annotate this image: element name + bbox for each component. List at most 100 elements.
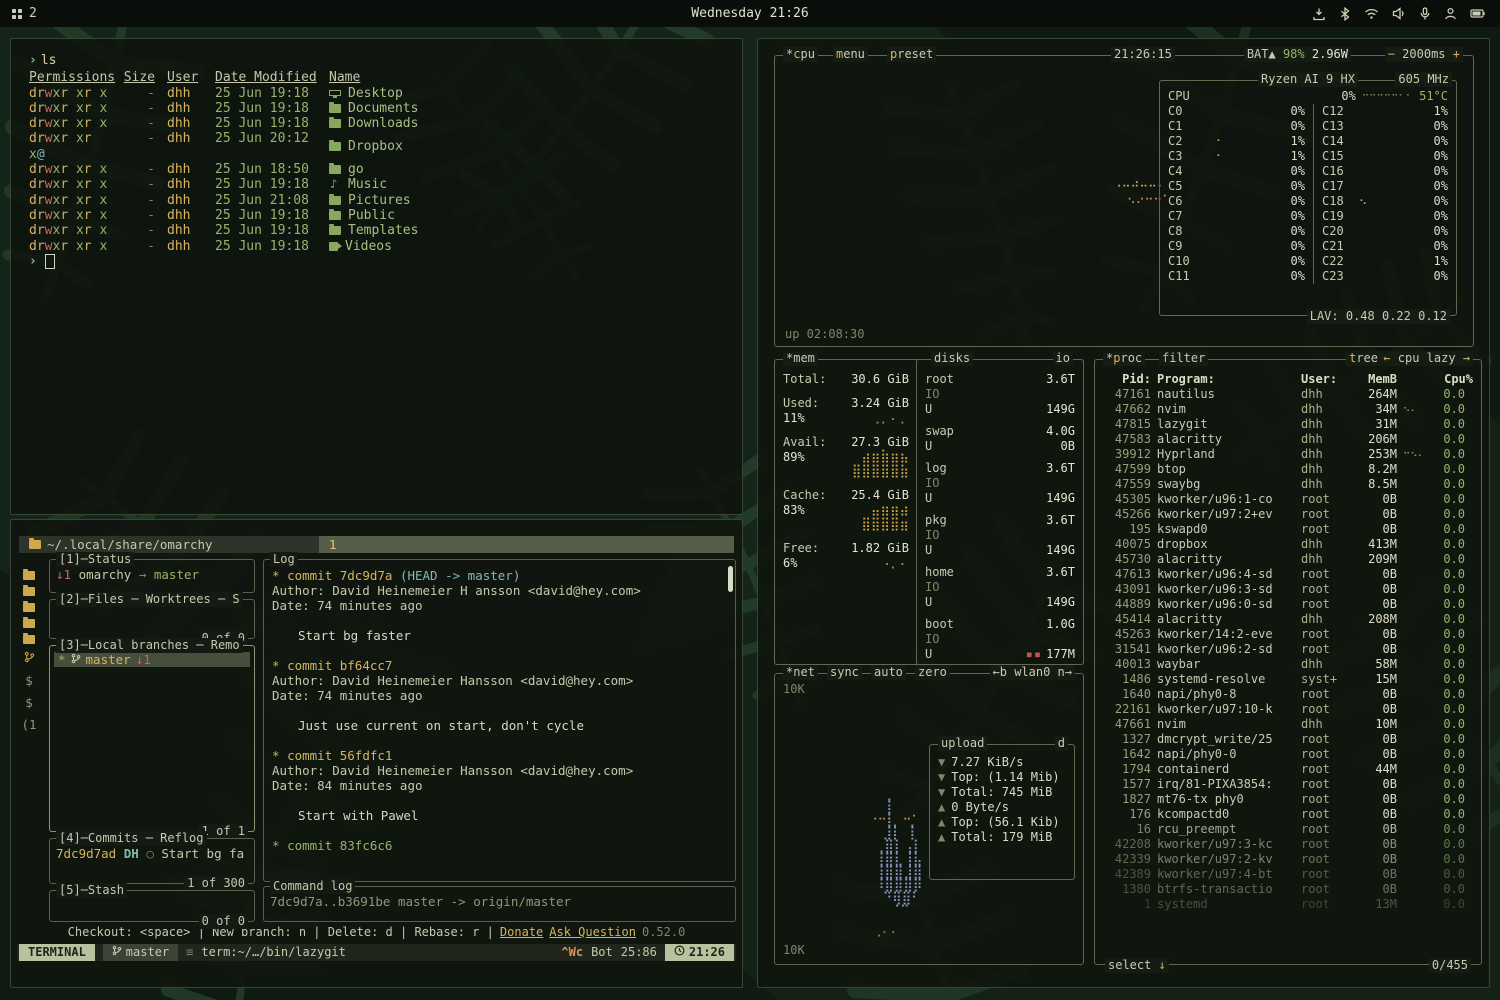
memory-section[interactable]: *mem Total:30.6 GiB Used:3.24 GiB 11%⢀⡀⠄… [774, 359, 1084, 665]
cpu-section[interactable]: *cpu menu preset 21:26:15 BAT▲ 98% 2.96W… [774, 55, 1474, 347]
process-row[interactable]: 40075 dropbox dhh 413M 0.0 [1095, 537, 1481, 552]
process-row[interactable]: 47662 nvim dhh 34M ⠢⠄ 0.0 [1095, 402, 1481, 417]
process-section[interactable]: *proc filter tree ← cpu lazy → Pid: Prog… [1094, 359, 1482, 965]
log-scrollbar[interactable] [728, 566, 733, 592]
terminal-cursor [45, 254, 55, 269]
wifi-icon[interactable] [1364, 7, 1379, 20]
log-commit[interactable]: * commit 7dc9d7a (HEAD -> master) Author… [272, 568, 729, 643]
branch-row-selected[interactable]: * master ↓1 [54, 652, 250, 667]
refresh-interval-control[interactable]: − 2000ms + [1385, 47, 1463, 62]
process-row[interactable]: 45263 kworker/14:2-eve root 0B 0.0 [1095, 627, 1481, 642]
process-row[interactable]: 1642 napi/phy0-0 root 0B 0.0 [1095, 747, 1481, 762]
process-row[interactable]: 42339 kworker/u97:2-kv root 0B 0.0 [1095, 852, 1481, 867]
proc-box-title[interactable]: *proc [1103, 351, 1145, 366]
git-branch-chip[interactable]: master [103, 944, 178, 961]
file-type-icon [329, 226, 341, 235]
process-row[interactable]: 45266 kworker/u97:2+ev root 0B 0.0 [1095, 507, 1481, 522]
tab-secondary[interactable]: 1 [319, 536, 734, 553]
ls-row: drwxr xr x - dhh 25 Jun 19:18 Public [29, 208, 742, 223]
log-commit[interactable]: * commit bf64cc7 Author: David Heinemeie… [272, 658, 729, 733]
process-row[interactable]: 42208 kworker/u97:3-kc root 0B 0.0 [1095, 837, 1481, 852]
net-stat-row: ▼Top: (1.14 Mib) [930, 770, 1074, 785]
net-box-title[interactable]: *net [783, 665, 818, 680]
battery-icon[interactable] [1470, 8, 1486, 19]
process-row[interactable]: 1327 dmcrypt_write/25 root 0B 0.0 [1095, 732, 1481, 747]
process-row[interactable]: 1380 btrfs-transactio root 0B 0.0 [1095, 882, 1481, 897]
process-row[interactable]: 1794 containerd root 44M 0.0 [1095, 762, 1481, 777]
disks-box[interactable]: disks io root3.6T IO U149G swap4.0G U0B [916, 359, 1084, 665]
menu-button[interactable]: menu [833, 47, 868, 62]
mem-box-title[interactable]: *mem [783, 351, 818, 366]
net-sync-button[interactable]: sync [827, 665, 862, 680]
process-row[interactable]: 176 kcompactd0 root 0B 0.0 [1095, 807, 1481, 822]
process-row[interactable]: 31541 kworker/u96:2-sd root 0B 0.0 [1095, 642, 1481, 657]
clock[interactable]: Wednesday 21:26 [691, 6, 808, 21]
updates-icon[interactable] [1312, 7, 1326, 21]
process-row[interactable]: 45305 kworker/u96:1-co root 0B 0.0 [1095, 492, 1481, 507]
net-graph-marks-2: ⢀⠄⠄ [873, 924, 899, 936]
panel-files[interactable]: [2]─Files ─ Worktrees ─ S 0 of 0 [49, 599, 255, 639]
workspace-indicator[interactable]: 2 [29, 6, 37, 21]
volume-icon[interactable] [1392, 7, 1406, 20]
disks-title[interactable]: disks [931, 351, 973, 366]
process-row[interactable]: 39912 Hyprland dhh 253M ⠒⠢⠄ 0.0 [1095, 447, 1481, 462]
core-row: C90% C210% [1168, 239, 1448, 254]
cursor-position: 25:86 [621, 945, 657, 960]
process-row[interactable]: 47559 swaybg dhh 8.5M 0.0 [1095, 477, 1481, 492]
panel-branches[interactable]: [3]─Local branches ─ Remo * master ↓1 1 … [49, 645, 255, 832]
process-row[interactable]: 1486 systemd-resolve syst+ 15M 0.0 [1095, 672, 1481, 687]
sort-selector[interactable]: ← cpu lazy → [1380, 351, 1473, 366]
process-row[interactable]: 40013 waybar dhh 58M 0.0 [1095, 657, 1481, 672]
log-commit[interactable]: * commit 83fc6c6 [272, 838, 729, 853]
filter-button[interactable]: filter [1159, 351, 1208, 366]
shell-cursor-line[interactable]: › [29, 254, 742, 269]
io-title[interactable]: io [1053, 351, 1073, 366]
process-row[interactable]: 22161 kworker/u97:10-k root 0B 0.0 [1095, 702, 1481, 717]
bluetooth-icon[interactable] [1339, 7, 1351, 21]
net-auto-button[interactable]: auto [871, 665, 906, 680]
user-icon[interactable] [1444, 7, 1457, 20]
process-row[interactable]: 195 kswapd0 root 0B 0.0 [1095, 522, 1481, 537]
process-row[interactable]: 1577 irq/81-PIXA3854: root 0B 0.0 [1095, 777, 1481, 792]
process-row[interactable]: 47599 btop dhh 8.2M 0.0 [1095, 462, 1481, 477]
shell-command: ls [41, 53, 57, 68]
preset-button[interactable]: preset [887, 47, 936, 62]
panel-log[interactable]: Log * commit 7dc9d7a (HEAD -> master) Au… [263, 559, 736, 882]
process-row[interactable]: 47661 nvim dhh 10M 0.0 [1095, 717, 1481, 732]
panel-stash[interactable]: [5]─Stash 0 of 0 [49, 890, 255, 922]
scroll-position: Bot [591, 945, 613, 960]
process-row[interactable]: 1 systemd root 13M 0.0 [1095, 897, 1481, 912]
tree-toggle[interactable]: tree [1346, 351, 1381, 366]
process-row[interactable]: 47613 kworker/u96:4-sd root 0B 0.0 [1095, 567, 1481, 582]
cpu-box-title[interactable]: *cpu [783, 47, 818, 62]
process-row[interactable]: 16 rcu_preempt root 0B 0.0 [1095, 822, 1481, 837]
btop-window: *cpu menu preset 21:26:15 BAT▲ 98% 2.96W… [757, 38, 1490, 988]
panel-status[interactable]: [1]─Status ↓1 omarchy → master [49, 559, 255, 593]
process-row[interactable]: 47815 lazygit dhh 31M 0.0 [1095, 417, 1481, 432]
network-section[interactable]: *net sync auto zero ←b wlan0 n→ 10K 10K … [774, 673, 1084, 965]
process-row[interactable]: 44889 kworker/u96:0-sd root 0B 0.0 [1095, 597, 1481, 612]
process-row[interactable]: 47583 alacritty dhh 206M 0.0 [1095, 432, 1481, 447]
process-row[interactable]: 47161 nautilus dhh 264M 0.0 [1095, 387, 1481, 402]
panel-commits[interactable]: [4]─Commits ─ Reflog 7dc9d7ad DH ○ Start… [49, 838, 255, 884]
statusline-clock: 21:26 [665, 944, 734, 961]
core-list: C00% C121% C10% C130% C2⠂1% C140% C [1168, 104, 1448, 284]
process-row[interactable]: 42389 kworker/u97:4-bt root 0B 0.0 [1095, 867, 1481, 882]
process-row[interactable]: 1827 mt76-tx phy0 root 0B 0.0 [1095, 792, 1481, 807]
core-row: C110% C230% [1168, 269, 1448, 284]
microphone-icon[interactable] [1419, 7, 1431, 21]
prompt-arrow: › [29, 254, 37, 269]
process-row[interactable]: 45414 alacritty dhh 208M 0.0 [1095, 612, 1481, 627]
net-interface[interactable]: ←b wlan0 n→ [990, 665, 1075, 680]
log-commit[interactable]: * commit 56fdfc1 Author: David Heinemeie… [272, 748, 729, 823]
select-hint[interactable]: select ↓ [1105, 958, 1169, 973]
ask-question-link[interactable]: Ask Question [549, 925, 636, 940]
process-row[interactable]: 45730 alacritty dhh 209M 0.0 [1095, 552, 1481, 567]
download-hotkey[interactable]: d [1055, 736, 1068, 751]
process-row[interactable]: 43091 kworker/u96:3-sd root 0B 0.0 [1095, 582, 1481, 597]
tab-repo-path[interactable]: ~/.local/share/omarchy [19, 536, 319, 553]
process-row[interactable]: 1640 napi/phy0-8 root 0B 0.0 [1095, 687, 1481, 702]
mode-indicator: TERMINAL [19, 944, 95, 961]
donate-link[interactable]: Donate [500, 925, 543, 940]
net-zero-button[interactable]: zero [915, 665, 950, 680]
